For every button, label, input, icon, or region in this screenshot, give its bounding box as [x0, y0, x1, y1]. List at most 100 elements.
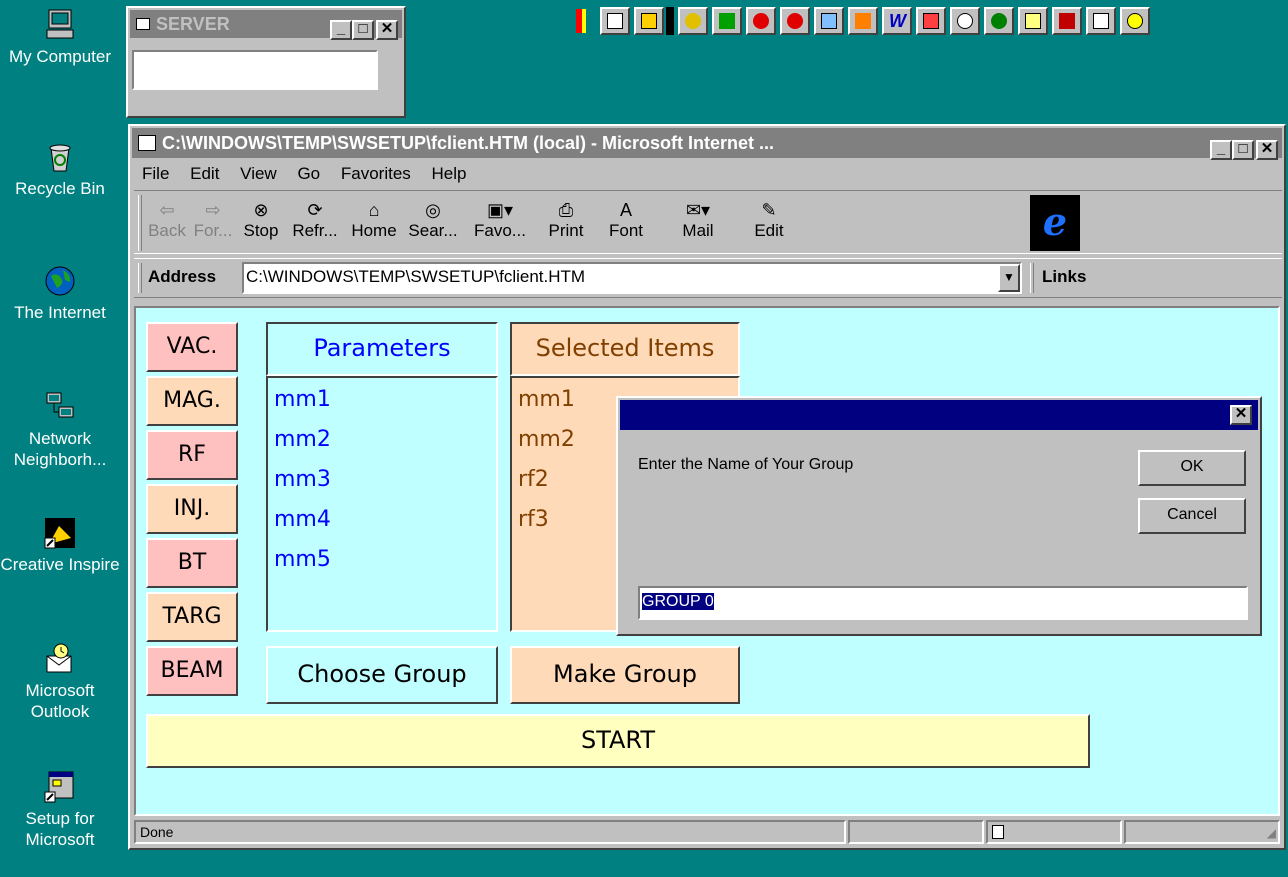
nav-inj-button[interactable]: INJ.	[146, 484, 238, 534]
svg-text:e: e	[1043, 199, 1067, 244]
home-button[interactable]: ⌂ Home	[346, 199, 402, 241]
menu-view[interactable]: View	[240, 164, 277, 183]
maximize-button[interactable]: □	[1232, 140, 1254, 160]
group-name-input[interactable]: GROUP 0	[638, 586, 1248, 620]
binder-icon[interactable]	[1086, 7, 1116, 35]
back-button[interactable]: ⇦ Back	[148, 199, 186, 241]
minimize-button[interactable]: _	[1210, 140, 1232, 160]
resize-grip-icon[interactable]: ◢	[1267, 826, 1276, 840]
group-name-dialog: ✕ Enter the Name of Your Group OK Cancel…	[616, 396, 1262, 636]
toolbar-grip[interactable]	[138, 195, 142, 251]
links-button[interactable]: Links	[1042, 267, 1086, 287]
desktop-icon-creative-inspire[interactable]: Creative Inspire	[0, 516, 120, 575]
mail-button[interactable]: ✉▾ Mail	[672, 199, 724, 241]
server-title-bar[interactable]: SERVER _ □ ✕	[130, 10, 402, 40]
browser-title: C:\WINDOWS\TEMP\SWSETUP\fclient.HTM (loc…	[162, 133, 774, 153]
cancel-button[interactable]: Cancel	[1138, 498, 1246, 534]
desktop-icon-label: Creative Inspire	[0, 555, 120, 574]
font-button[interactable]: A Font	[600, 199, 652, 241]
database-icon[interactable]	[1052, 7, 1082, 35]
parameter-item[interactable]: mm2	[274, 420, 490, 460]
parameter-item[interactable]: mm4	[274, 500, 490, 540]
back-arrow-icon: ⇦	[159, 200, 175, 220]
choose-group-button[interactable]: Choose Group	[266, 646, 498, 704]
outlook-icon	[46, 643, 72, 673]
minimize-button[interactable]: _	[330, 20, 352, 40]
tools-icon[interactable]	[712, 7, 742, 35]
new-document-icon[interactable]	[600, 7, 630, 35]
make-group-button[interactable]: Make Group	[510, 646, 740, 704]
desktop-icon-recycle-bin[interactable]: Recycle Bin	[0, 140, 120, 199]
dialog-title-bar[interactable]: ✕	[620, 400, 1258, 430]
key-icon[interactable]	[678, 7, 708, 35]
nav-bt-button[interactable]: BT	[146, 538, 238, 588]
nav-vac-button[interactable]: VAC.	[146, 322, 238, 372]
find-icon[interactable]	[1018, 7, 1048, 35]
nav-rf-button[interactable]: RF	[146, 430, 238, 480]
mail-icon: ✉▾	[685, 200, 711, 220]
desktop-icon-microsoft-outlook[interactable]: Microsoft Outlook	[0, 642, 120, 722]
parameter-item[interactable]: mm5	[274, 540, 490, 580]
nav-mag-button[interactable]: MAG.	[146, 376, 238, 426]
stop-button[interactable]: ⊗ Stop	[238, 199, 284, 241]
nav-targ-button[interactable]: TARG	[146, 592, 238, 642]
edit-button[interactable]: ✎ Edit	[744, 199, 794, 241]
menu-favorites[interactable]: Favorites	[341, 164, 411, 183]
refresh-icon: ⟳	[307, 200, 323, 220]
desktop-icon-my-computer[interactable]: My Computer	[0, 8, 120, 67]
status-bar: Done ◢	[134, 820, 1280, 846]
menu-file[interactable]: File	[142, 164, 169, 183]
address-grip[interactable]	[138, 263, 142, 293]
home-icon: ⌂	[368, 200, 380, 220]
menu-go[interactable]: Go	[297, 164, 320, 183]
open-folder-icon[interactable]	[634, 7, 664, 35]
address-input[interactable]: C:\WINDOWS\TEMP\SWSETUP\fclient.HTM ▼	[242, 262, 1022, 294]
maximize-button[interactable]: □	[352, 20, 374, 40]
close-button[interactable]: ✕	[1256, 140, 1278, 160]
status-pane-2	[848, 820, 984, 844]
desktop-icon-setup[interactable]: Setup for Microsoft	[0, 770, 120, 850]
office-bar-handle-icon[interactable]	[576, 9, 586, 33]
parameter-item[interactable]: mm3	[274, 460, 490, 500]
address-label: Address	[148, 267, 217, 286]
close-button[interactable]: ✕	[376, 20, 398, 40]
creative-inspire-icon	[44, 518, 75, 549]
nav-beam-button[interactable]: BEAM	[146, 646, 238, 696]
desktop-icon-the-internet[interactable]: The Internet	[0, 264, 120, 323]
desktop-icon-label: Recycle Bin	[15, 179, 105, 198]
browser-title-bar[interactable]: C:\WINDOWS\TEMP\SWSETUP\fclient.HTM (loc…	[132, 128, 1282, 160]
parameters-list[interactable]: mm1 mm2 mm3 mm4 mm5	[266, 376, 498, 632]
word-icon[interactable]: W	[882, 7, 912, 35]
internet-explorer-icon[interactable]	[984, 7, 1014, 35]
shapes-2-icon[interactable]	[780, 7, 810, 35]
desktop-icon-network-neighborhood[interactable]: Network Neighborh...	[0, 390, 120, 470]
help-icon[interactable]	[1120, 7, 1150, 35]
powerpoint-icon[interactable]	[916, 7, 946, 35]
shapes-icon[interactable]	[746, 7, 776, 35]
parameter-item[interactable]: mm1	[274, 380, 490, 420]
recycle-bin-icon	[49, 144, 71, 172]
server-input[interactable]	[132, 50, 378, 90]
notebook-icon[interactable]	[814, 7, 844, 35]
links-grip[interactable]	[1030, 263, 1034, 293]
search-button[interactable]: ◎ Sear...	[402, 199, 464, 241]
favorites-folder-icon: ▣▾	[486, 200, 514, 220]
forward-button[interactable]: ⇨ For...	[190, 199, 236, 241]
selected-items-heading: Selected Items	[510, 322, 740, 376]
menu-help[interactable]: Help	[432, 164, 467, 183]
print-button[interactable]: ⎙ Print	[538, 199, 594, 241]
menu-edit[interactable]: Edit	[190, 164, 219, 183]
network-icon	[46, 392, 74, 418]
toolbar-separator	[666, 7, 674, 35]
address-dropdown-button[interactable]: ▼	[998, 264, 1020, 292]
favorites-button[interactable]: ▣▾ Favo...	[466, 199, 534, 241]
forward-arrow-icon: ⇨	[205, 200, 221, 220]
status-pane-4: ◢	[1124, 820, 1280, 844]
start-button[interactable]: START	[146, 714, 1090, 768]
stop-icon: ⊗	[253, 200, 269, 220]
ok-button[interactable]: OK	[1138, 450, 1246, 486]
schedule-icon[interactable]	[950, 7, 980, 35]
dialog-close-button[interactable]: ✕	[1230, 405, 1252, 425]
paint-icon[interactable]	[848, 7, 878, 35]
refresh-button[interactable]: ⟳ Refr...	[288, 199, 342, 241]
